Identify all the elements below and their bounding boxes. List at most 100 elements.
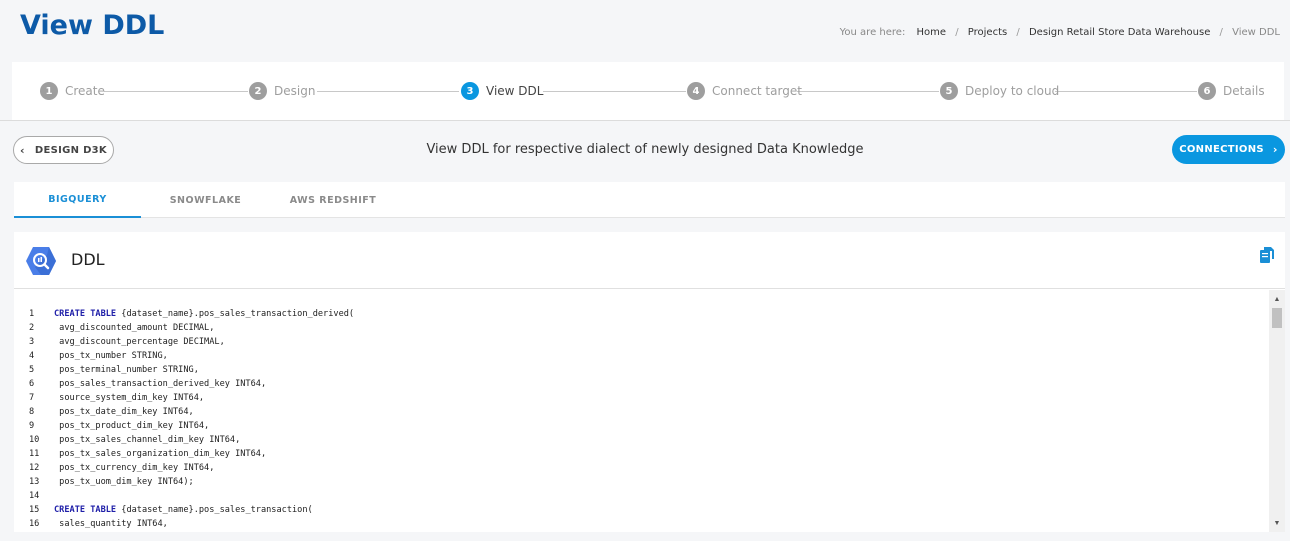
code-line: 3 avg_discount_percentage DECIMAL, [14, 335, 354, 349]
breadcrumb-prefix: You are here: [839, 27, 906, 38]
code-line: 15 CREATE TABLE {dataset_name}.pos_sales_… [14, 503, 354, 517]
line-number: 14 [29, 491, 40, 501]
breadcrumb-separator: / [955, 27, 959, 38]
code-line: 14 [14, 489, 354, 503]
line-number: 6 [29, 379, 35, 389]
code-text: pos_tx_uom_dim_key INT64); [54, 477, 194, 487]
step-label: Design [274, 84, 316, 98]
breadcrumb-current: View DDL [1232, 27, 1280, 38]
tab-bigquery[interactable]: BIGQUERY [14, 182, 141, 218]
copy-icon[interactable] [1260, 247, 1274, 263]
code-text: pos_tx_product_dim_key INT64, [54, 421, 210, 431]
code-line: 2 avg_discounted_amount DECIMAL, [14, 321, 354, 335]
line-number: 10 [29, 435, 40, 445]
step-label: Deploy to cloud [965, 84, 1060, 98]
vertical-scrollbar[interactable]: ▲ ▼ [1269, 290, 1285, 532]
step-connector [1055, 91, 1197, 92]
code-text: sales_quantity INT64, [54, 519, 168, 529]
code-text: source_system_dim_key INT64, [54, 393, 205, 403]
code-text: pos_tx_number STRING, [54, 351, 168, 361]
wizard-stepper: 1 Create 2 Design 3 View DDL 4 Connect t… [12, 62, 1284, 120]
ddl-code-editor[interactable]: 1 CREATE TABLE {dataset_name}.pos_sales_t… [14, 290, 1285, 532]
line-number: 3 [29, 337, 35, 347]
code-line: 13 pos_tx_uom_dim_key INT64); [14, 475, 354, 489]
line-number: 7 [29, 393, 35, 403]
connections-button[interactable]: CONNECTIONS › [1172, 135, 1285, 164]
code-text: pos_terminal_number STRING, [54, 365, 199, 375]
ddl-title: DDL [71, 250, 105, 269]
code-text: avg_discounted_amount DECIMAL, [54, 323, 215, 333]
page-description: View DDL for respective dialect of newly… [426, 142, 864, 157]
ddl-panel: DDL 1 CREATE TABLE {dataset_name}.pos_sal… [14, 232, 1285, 532]
tab-snowflake[interactable]: SNOWFLAKE [141, 182, 270, 218]
step-number: 5 [940, 82, 958, 100]
code-line: 6 pos_sales_transaction_derived_key INT6… [14, 377, 354, 391]
step-details[interactable]: 6 Details [1198, 82, 1265, 100]
code-text: pos_tx_sales_organization_dim_key INT64, [54, 449, 267, 459]
code-line: 4 pos_tx_number STRING, [14, 349, 354, 363]
code-line: 10 pos_tx_sales_channel_dim_key INT64, [14, 433, 354, 447]
line-number: 11 [29, 449, 40, 459]
line-number: 4 [29, 351, 35, 361]
breadcrumb-project[interactable]: Design Retail Store Data Warehouse [1029, 27, 1210, 38]
scroll-thumb[interactable] [1272, 308, 1282, 328]
step-label: View DDL [486, 84, 544, 98]
step-number: 3 [461, 82, 479, 100]
code-line: 7 source_system_dim_key INT64, [14, 391, 354, 405]
line-number: 9 [29, 421, 35, 431]
code-text: pos_tx_sales_channel_dim_key INT64, [54, 435, 241, 445]
line-number: 2 [29, 323, 35, 333]
code-text: pos_tx_date_dim_key INT64, [54, 407, 194, 417]
code-line: 1 CREATE TABLE {dataset_name}.pos_sales_t… [14, 307, 354, 321]
step-connector [543, 91, 686, 92]
line-number: 8 [29, 407, 35, 417]
code-line: 8 pos_tx_date_dim_key INT64, [14, 405, 354, 419]
step-connector [104, 91, 248, 92]
breadcrumb-home[interactable]: Home [917, 27, 947, 38]
ddl-header: DDL [14, 232, 1285, 289]
line-number: 5 [29, 365, 35, 375]
divider [0, 120, 1290, 121]
line-number: 1 [29, 309, 35, 319]
connections-button-label: CONNECTIONS [1179, 144, 1264, 155]
scroll-up-arrow-icon[interactable]: ▲ [1269, 293, 1285, 305]
code-text: pos_tx_currency_dim_key INT64, [54, 463, 215, 473]
line-number: 13 [29, 477, 40, 487]
breadcrumb-separator: / [1219, 27, 1223, 38]
step-connector [317, 91, 459, 92]
step-label: Create [65, 84, 105, 98]
code-text: pos_sales_transaction_derived_key INT64, [54, 379, 267, 389]
step-label: Details [1223, 84, 1265, 98]
line-number: 12 [29, 463, 40, 473]
code-lines: 1 CREATE TABLE {dataset_name}.pos_sales_t… [14, 307, 354, 531]
step-create[interactable]: 1 Create [40, 82, 105, 100]
page-title: View DDL [20, 10, 165, 41]
scroll-down-arrow-icon[interactable]: ▼ [1269, 517, 1285, 529]
step-number: 2 [249, 82, 267, 100]
step-label: Connect target [712, 84, 802, 98]
breadcrumb-separator: / [1016, 27, 1020, 38]
step-view-ddl[interactable]: 3 View DDL [461, 82, 543, 100]
code-line: 11 pos_tx_sales_organization_dim_key INT… [14, 447, 354, 461]
step-number: 1 [40, 82, 58, 100]
code-line: 16 sales_quantity INT64, [14, 517, 354, 531]
code-text: avg_discount_percentage DECIMAL, [54, 337, 225, 347]
step-connector [797, 91, 939, 92]
code-text: {dataset_name}.pos_sales_transaction( [116, 505, 313, 515]
step-connect-target[interactable]: 4 Connect target [687, 82, 802, 100]
code-line: 5 pos_terminal_number STRING, [14, 363, 354, 377]
step-number: 6 [1198, 82, 1216, 100]
line-number: 16 [29, 519, 40, 529]
chevron-right-icon: › [1272, 143, 1278, 156]
breadcrumb: You are here: Home / Projects / Design R… [840, 27, 1280, 38]
code-text: {dataset_name}.pos_sales_transaction_der… [116, 309, 355, 319]
sql-keyword: CREATE TABLE [54, 309, 117, 319]
step-deploy-to-cloud[interactable]: 5 Deploy to cloud [940, 82, 1059, 100]
line-number: 15 [29, 505, 40, 515]
breadcrumb-projects[interactable]: Projects [968, 27, 1007, 38]
step-design[interactable]: 2 Design [249, 82, 315, 100]
tab-aws-redshift[interactable]: AWS REDSHIFT [270, 182, 396, 218]
sql-keyword: CREATE TABLE [54, 505, 117, 515]
dialect-tabs: BIGQUERY SNOWFLAKE AWS REDSHIFT [14, 182, 1285, 218]
code-line: 12 pos_tx_currency_dim_key INT64, [14, 461, 354, 475]
